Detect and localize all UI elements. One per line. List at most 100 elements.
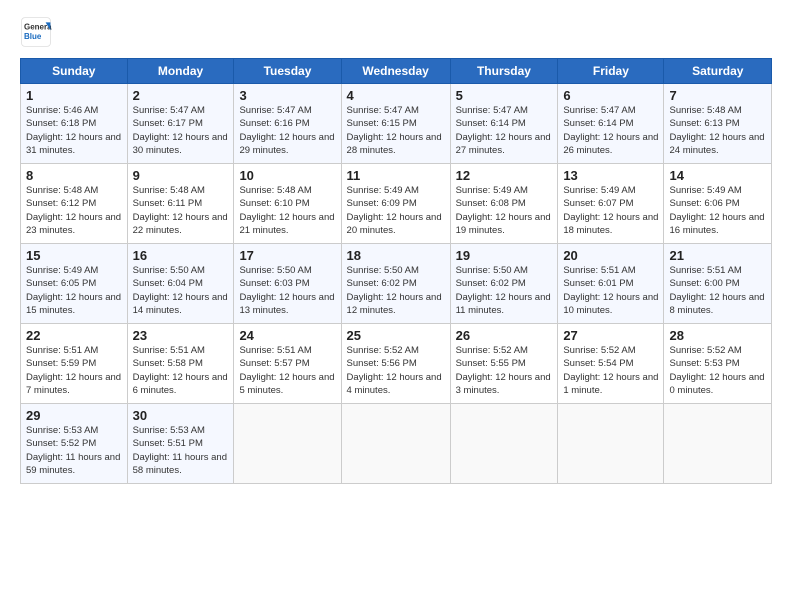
table-row: 20 Sunrise: 5:51 AMSunset: 6:01 PMDaylig… bbox=[558, 244, 664, 324]
day-number: 7 bbox=[669, 88, 766, 103]
day-number: 6 bbox=[563, 88, 658, 103]
day-info: Sunrise: 5:47 AMSunset: 6:15 PMDaylight:… bbox=[347, 104, 445, 157]
table-row: 25 Sunrise: 5:52 AMSunset: 5:56 PMDaylig… bbox=[341, 324, 450, 404]
day-number: 1 bbox=[26, 88, 122, 103]
day-number: 22 bbox=[26, 328, 122, 343]
calendar-header-tuesday: Tuesday bbox=[234, 59, 341, 84]
day-number: 16 bbox=[133, 248, 229, 263]
day-number: 19 bbox=[456, 248, 553, 263]
calendar-header-friday: Friday bbox=[558, 59, 664, 84]
table-row: 1 Sunrise: 5:46 AMSunset: 6:18 PMDayligh… bbox=[21, 84, 128, 164]
day-info: Sunrise: 5:47 AMSunset: 6:14 PMDaylight:… bbox=[563, 104, 658, 157]
day-info: Sunrise: 5:53 AMSunset: 5:52 PMDaylight:… bbox=[26, 424, 122, 477]
day-number: 15 bbox=[26, 248, 122, 263]
table-row: 10 Sunrise: 5:48 AMSunset: 6:10 PMDaylig… bbox=[234, 164, 341, 244]
table-row: 30 Sunrise: 5:53 AMSunset: 5:51 PMDaylig… bbox=[127, 404, 234, 484]
day-number: 2 bbox=[133, 88, 229, 103]
logo-icon: General Blue bbox=[20, 16, 52, 48]
calendar-week-row: 8 Sunrise: 5:48 AMSunset: 6:12 PMDayligh… bbox=[21, 164, 772, 244]
day-number: 14 bbox=[669, 168, 766, 183]
day-number: 4 bbox=[347, 88, 445, 103]
day-number: 20 bbox=[563, 248, 658, 263]
day-info: Sunrise: 5:47 AMSunset: 6:16 PMDaylight:… bbox=[239, 104, 335, 157]
table-row: 2 Sunrise: 5:47 AMSunset: 6:17 PMDayligh… bbox=[127, 84, 234, 164]
calendar-table: SundayMondayTuesdayWednesdayThursdayFrid… bbox=[20, 58, 772, 484]
day-info: Sunrise: 5:51 AMSunset: 6:00 PMDaylight:… bbox=[669, 264, 766, 317]
calendar-header-wednesday: Wednesday bbox=[341, 59, 450, 84]
day-number: 28 bbox=[669, 328, 766, 343]
svg-text:Blue: Blue bbox=[24, 32, 42, 41]
day-number: 25 bbox=[347, 328, 445, 343]
table-row: 21 Sunrise: 5:51 AMSunset: 6:00 PMDaylig… bbox=[664, 244, 772, 324]
header: General Blue bbox=[20, 16, 772, 48]
day-info: Sunrise: 5:52 AMSunset: 5:53 PMDaylight:… bbox=[669, 344, 766, 397]
day-info: Sunrise: 5:51 AMSunset: 6:01 PMDaylight:… bbox=[563, 264, 658, 317]
table-row bbox=[558, 404, 664, 484]
table-row: 4 Sunrise: 5:47 AMSunset: 6:15 PMDayligh… bbox=[341, 84, 450, 164]
table-row: 9 Sunrise: 5:48 AMSunset: 6:11 PMDayligh… bbox=[127, 164, 234, 244]
day-number: 26 bbox=[456, 328, 553, 343]
day-info: Sunrise: 5:50 AMSunset: 6:02 PMDaylight:… bbox=[456, 264, 553, 317]
table-row: 18 Sunrise: 5:50 AMSunset: 6:02 PMDaylig… bbox=[341, 244, 450, 324]
table-row: 26 Sunrise: 5:52 AMSunset: 5:55 PMDaylig… bbox=[450, 324, 558, 404]
day-info: Sunrise: 5:49 AMSunset: 6:09 PMDaylight:… bbox=[347, 184, 445, 237]
table-row: 15 Sunrise: 5:49 AMSunset: 6:05 PMDaylig… bbox=[21, 244, 128, 324]
day-info: Sunrise: 5:48 AMSunset: 6:10 PMDaylight:… bbox=[239, 184, 335, 237]
day-number: 11 bbox=[347, 168, 445, 183]
table-row: 14 Sunrise: 5:49 AMSunset: 6:06 PMDaylig… bbox=[664, 164, 772, 244]
day-info: Sunrise: 5:47 AMSunset: 6:17 PMDaylight:… bbox=[133, 104, 229, 157]
calendar-week-row: 22 Sunrise: 5:51 AMSunset: 5:59 PMDaylig… bbox=[21, 324, 772, 404]
day-number: 21 bbox=[669, 248, 766, 263]
day-number: 24 bbox=[239, 328, 335, 343]
day-number: 27 bbox=[563, 328, 658, 343]
calendar-week-row: 15 Sunrise: 5:49 AMSunset: 6:05 PMDaylig… bbox=[21, 244, 772, 324]
day-info: Sunrise: 5:49 AMSunset: 6:07 PMDaylight:… bbox=[563, 184, 658, 237]
day-info: Sunrise: 5:49 AMSunset: 6:08 PMDaylight:… bbox=[456, 184, 553, 237]
table-row: 16 Sunrise: 5:50 AMSunset: 6:04 PMDaylig… bbox=[127, 244, 234, 324]
day-number: 17 bbox=[239, 248, 335, 263]
day-number: 13 bbox=[563, 168, 658, 183]
day-info: Sunrise: 5:51 AMSunset: 5:59 PMDaylight:… bbox=[26, 344, 122, 397]
day-info: Sunrise: 5:50 AMSunset: 6:02 PMDaylight:… bbox=[347, 264, 445, 317]
day-info: Sunrise: 5:52 AMSunset: 5:54 PMDaylight:… bbox=[563, 344, 658, 397]
day-number: 23 bbox=[133, 328, 229, 343]
calendar-header-row: SundayMondayTuesdayWednesdayThursdayFrid… bbox=[21, 59, 772, 84]
day-number: 29 bbox=[26, 408, 122, 423]
table-row: 17 Sunrise: 5:50 AMSunset: 6:03 PMDaylig… bbox=[234, 244, 341, 324]
day-number: 10 bbox=[239, 168, 335, 183]
table-row: 24 Sunrise: 5:51 AMSunset: 5:57 PMDaylig… bbox=[234, 324, 341, 404]
table-row: 5 Sunrise: 5:47 AMSunset: 6:14 PMDayligh… bbox=[450, 84, 558, 164]
table-row: 28 Sunrise: 5:52 AMSunset: 5:53 PMDaylig… bbox=[664, 324, 772, 404]
table-row: 13 Sunrise: 5:49 AMSunset: 6:07 PMDaylig… bbox=[558, 164, 664, 244]
table-row: 27 Sunrise: 5:52 AMSunset: 5:54 PMDaylig… bbox=[558, 324, 664, 404]
table-row: 22 Sunrise: 5:51 AMSunset: 5:59 PMDaylig… bbox=[21, 324, 128, 404]
day-info: Sunrise: 5:50 AMSunset: 6:04 PMDaylight:… bbox=[133, 264, 229, 317]
day-info: Sunrise: 5:49 AMSunset: 6:06 PMDaylight:… bbox=[669, 184, 766, 237]
day-info: Sunrise: 5:52 AMSunset: 5:55 PMDaylight:… bbox=[456, 344, 553, 397]
day-info: Sunrise: 5:53 AMSunset: 5:51 PMDaylight:… bbox=[133, 424, 229, 477]
calendar-header-saturday: Saturday bbox=[664, 59, 772, 84]
day-info: Sunrise: 5:48 AMSunset: 6:12 PMDaylight:… bbox=[26, 184, 122, 237]
day-number: 18 bbox=[347, 248, 445, 263]
table-row bbox=[450, 404, 558, 484]
day-info: Sunrise: 5:48 AMSunset: 6:13 PMDaylight:… bbox=[669, 104, 766, 157]
table-row: 19 Sunrise: 5:50 AMSunset: 6:02 PMDaylig… bbox=[450, 244, 558, 324]
calendar-week-row: 29 Sunrise: 5:53 AMSunset: 5:52 PMDaylig… bbox=[21, 404, 772, 484]
day-info: Sunrise: 5:52 AMSunset: 5:56 PMDaylight:… bbox=[347, 344, 445, 397]
table-row bbox=[341, 404, 450, 484]
table-row: 12 Sunrise: 5:49 AMSunset: 6:08 PMDaylig… bbox=[450, 164, 558, 244]
table-row: 7 Sunrise: 5:48 AMSunset: 6:13 PMDayligh… bbox=[664, 84, 772, 164]
calendar-header-monday: Monday bbox=[127, 59, 234, 84]
day-info: Sunrise: 5:49 AMSunset: 6:05 PMDaylight:… bbox=[26, 264, 122, 317]
calendar-header-thursday: Thursday bbox=[450, 59, 558, 84]
day-info: Sunrise: 5:46 AMSunset: 6:18 PMDaylight:… bbox=[26, 104, 122, 157]
table-row: 6 Sunrise: 5:47 AMSunset: 6:14 PMDayligh… bbox=[558, 84, 664, 164]
day-info: Sunrise: 5:51 AMSunset: 5:58 PMDaylight:… bbox=[133, 344, 229, 397]
table-row: 3 Sunrise: 5:47 AMSunset: 6:16 PMDayligh… bbox=[234, 84, 341, 164]
table-row: 29 Sunrise: 5:53 AMSunset: 5:52 PMDaylig… bbox=[21, 404, 128, 484]
table-row bbox=[664, 404, 772, 484]
day-number: 9 bbox=[133, 168, 229, 183]
day-number: 8 bbox=[26, 168, 122, 183]
day-info: Sunrise: 5:47 AMSunset: 6:14 PMDaylight:… bbox=[456, 104, 553, 157]
page: General Blue SundayMondayTuesdayWednesda… bbox=[0, 0, 792, 612]
